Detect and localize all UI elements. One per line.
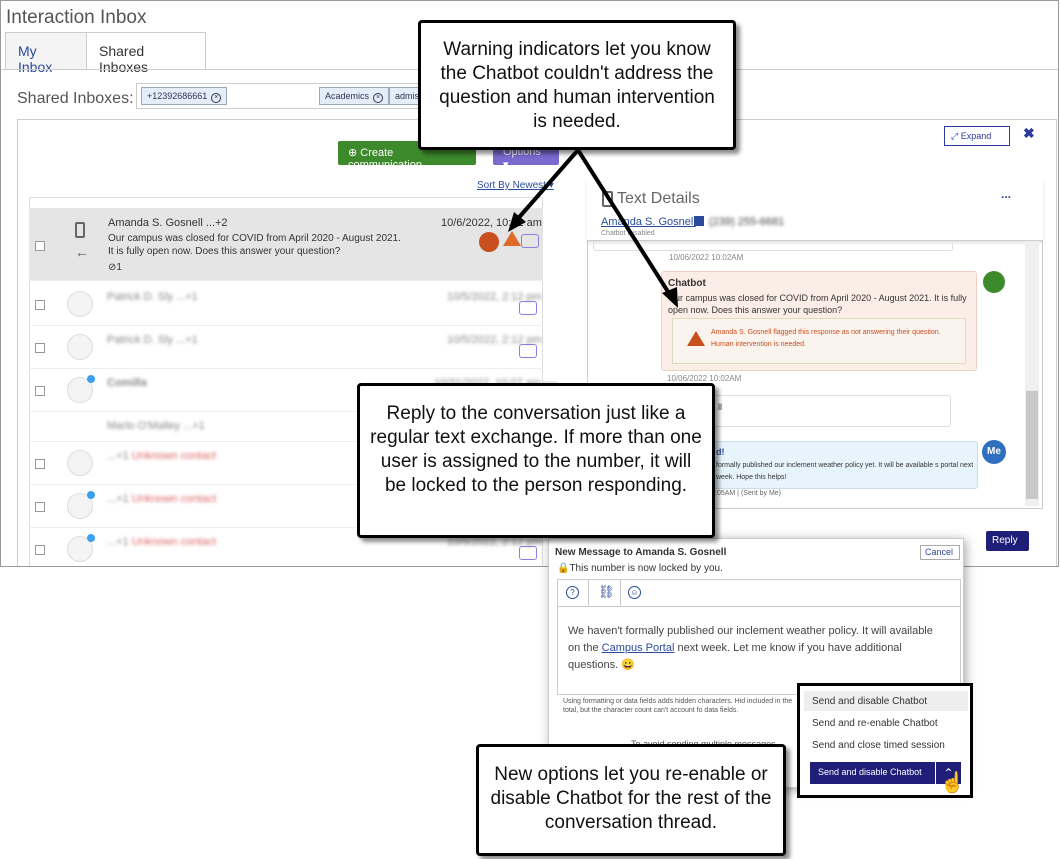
arrow-line [576, 148, 674, 300]
callout-warning: Warning indicators let you know the Chat… [418, 20, 736, 150]
callout-reply: Reply to the conversation just like a re… [357, 383, 715, 538]
arrow-line [513, 148, 580, 224]
callout-options: New options let you re-enable or disable… [476, 744, 786, 856]
arrow-head [662, 287, 678, 308]
